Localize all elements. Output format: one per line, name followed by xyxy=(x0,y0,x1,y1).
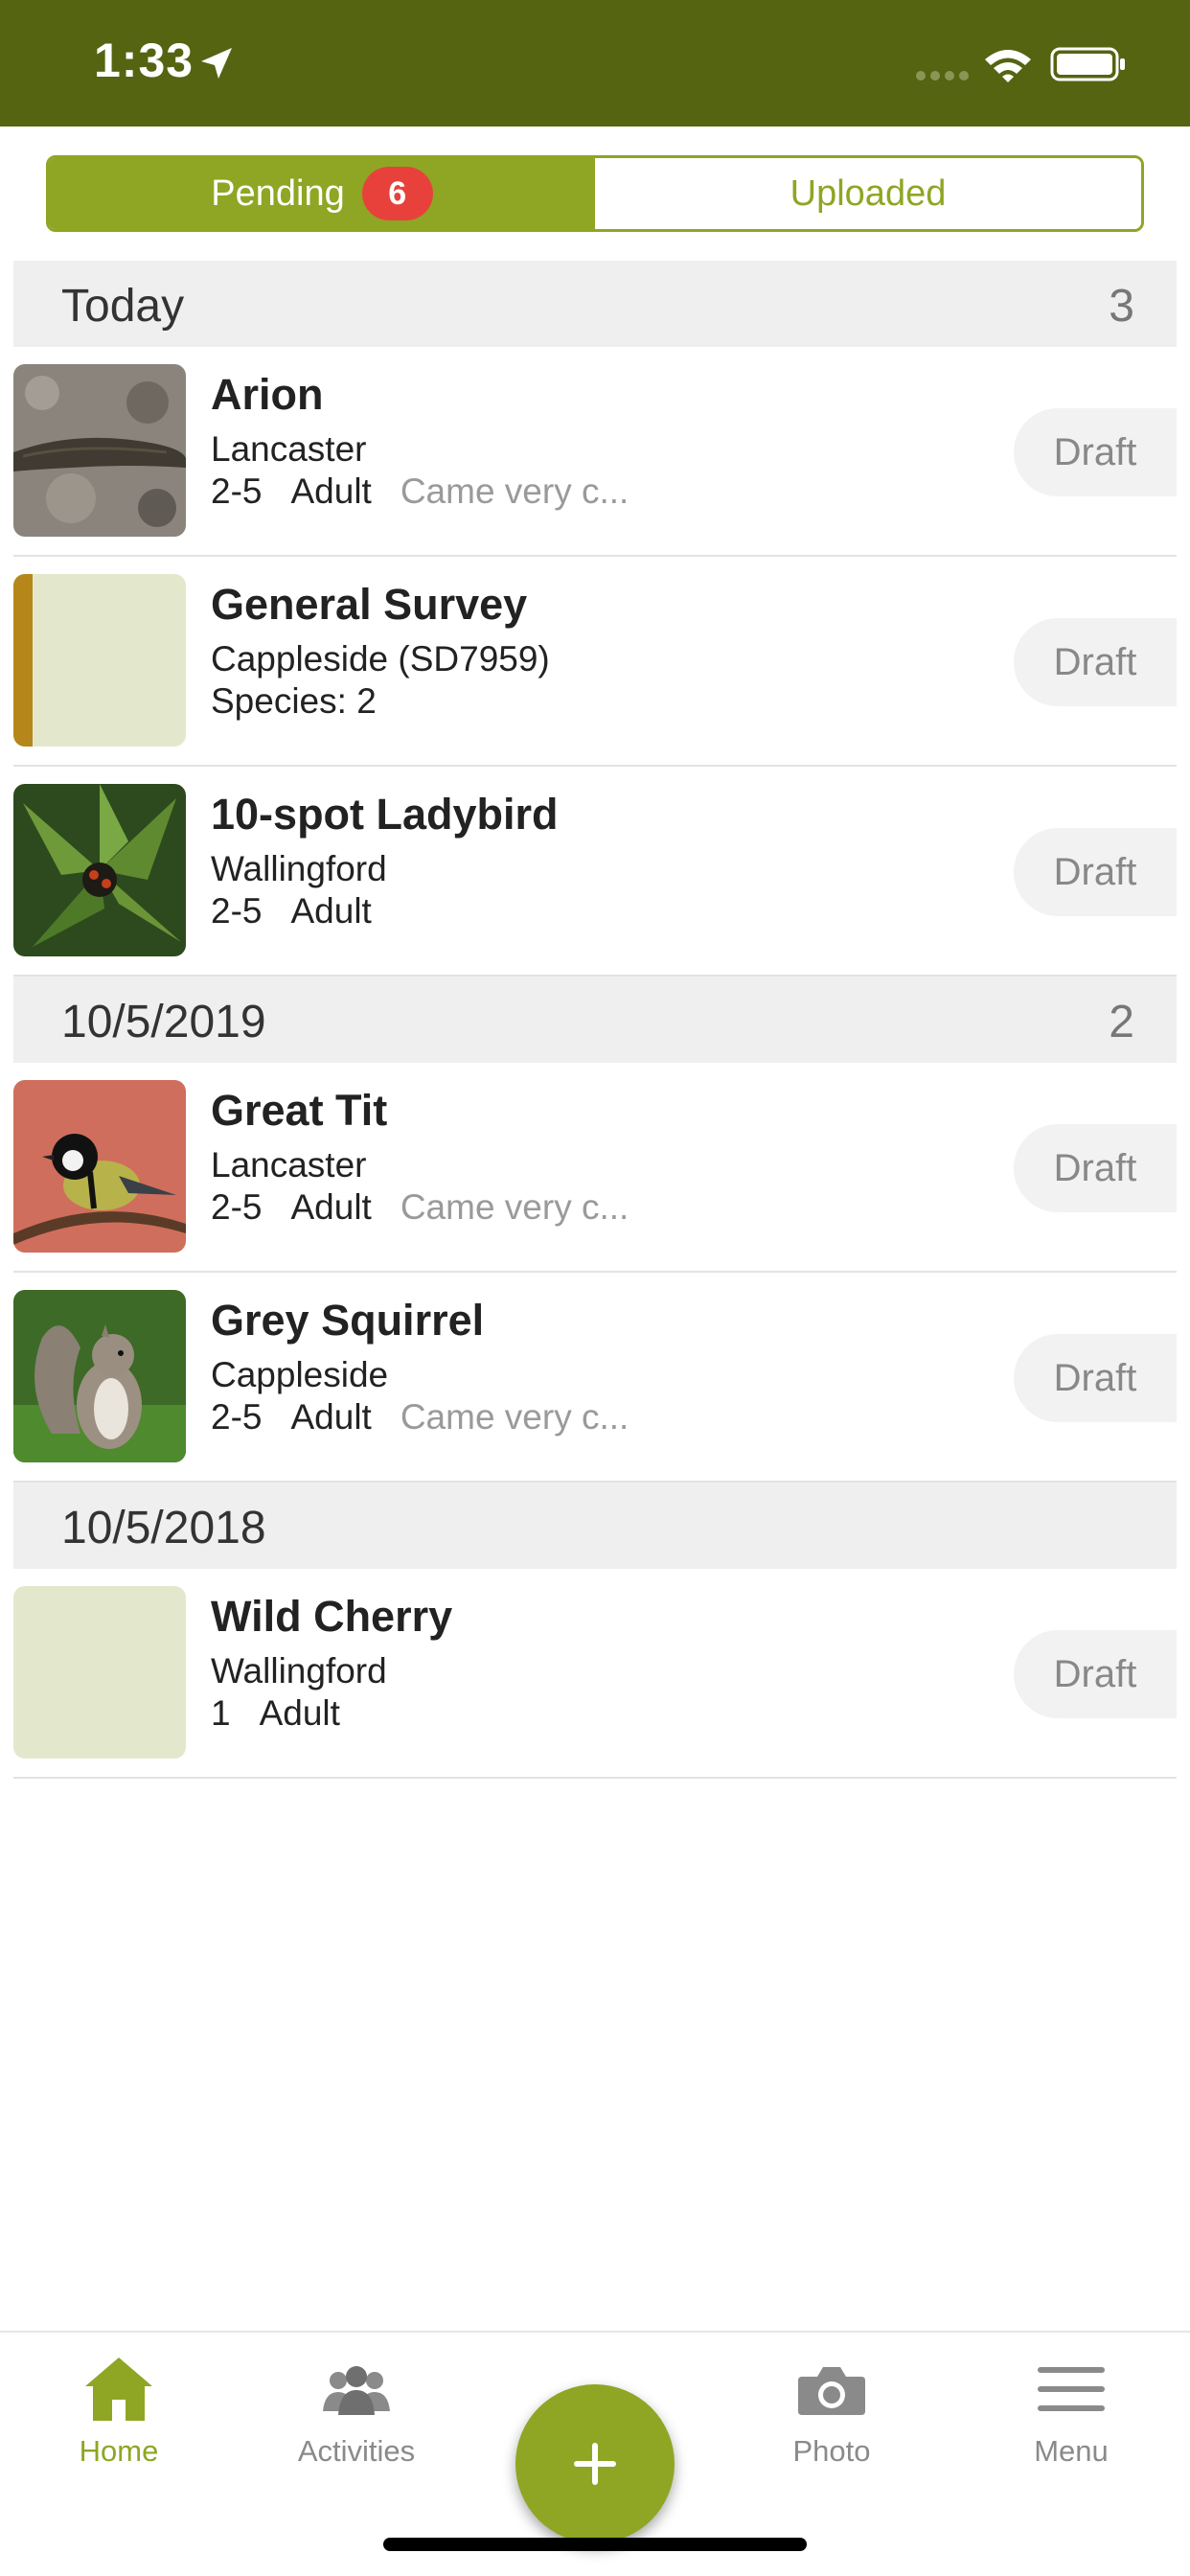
tab-pending[interactable]: Pending 6 xyxy=(49,158,595,229)
camera-icon xyxy=(798,2367,865,2415)
record-location: Lancaster xyxy=(211,1145,367,1184)
status-time: 1:33 xyxy=(94,34,195,87)
cellular-signal-icon xyxy=(916,71,969,80)
draft-status-button[interactable]: Draft xyxy=(1014,618,1177,706)
tab-photo[interactable]: Photo xyxy=(736,2352,927,2469)
record-location: Lancaster xyxy=(211,429,367,469)
draft-status-button[interactable]: Draft xyxy=(1014,1630,1177,1718)
section-header-2018: 10/5/2018 xyxy=(13,1483,1177,1569)
section-title: 10/5/2018 xyxy=(61,1503,266,1553)
tab-menu[interactable]: Menu xyxy=(975,2352,1167,2469)
section-count: 3 xyxy=(1109,281,1134,332)
section-count: 2 xyxy=(1109,997,1134,1047)
record-count: 2-5 xyxy=(211,472,263,511)
record-title: General Survey xyxy=(211,580,528,629)
draft-status-button[interactable]: Draft xyxy=(1014,828,1177,916)
record-comment: Came very c... xyxy=(400,1397,629,1437)
record-count: 2-5 xyxy=(211,1187,263,1227)
record-meta: 2-5 Adult Came very c... xyxy=(211,1187,657,1228)
status-bar: 1:33 xyxy=(0,0,1190,126)
tab-activities-label: Activities xyxy=(297,2434,416,2468)
record-count: 1 xyxy=(211,1693,231,1733)
record-location: Wallingford xyxy=(211,849,387,888)
section-header-2019: 10/5/2019 2 xyxy=(13,977,1177,1063)
add-record-button[interactable] xyxy=(515,2384,675,2543)
plus-icon xyxy=(574,2443,616,2485)
home-indicator xyxy=(383,2538,807,2551)
record-stage: Adult xyxy=(290,1397,372,1437)
record-location: Cappleside xyxy=(211,1355,389,1394)
location-arrow-icon xyxy=(201,48,232,79)
record-placeholder-thumbnail xyxy=(13,1586,186,1759)
record-stage: Adult xyxy=(290,891,372,931)
record-location: Wallingford xyxy=(211,1651,387,1690)
record-thumbnail-great-tit xyxy=(13,1080,186,1253)
record-species-count: Species: 2 xyxy=(211,681,377,721)
record-title: Grey Squirrel xyxy=(211,1296,485,1345)
tab-uploaded-label: Uploaded xyxy=(790,172,947,214)
record-meta: Species: 2 xyxy=(211,681,405,722)
survey-placeholder-thumbnail xyxy=(13,574,186,747)
record-row-general-survey[interactable]: General Survey Cappleside (SD7959) Speci… xyxy=(13,557,1177,767)
tab-uploaded[interactable]: Uploaded xyxy=(595,158,1141,229)
record-location: Cappleside (SD7959) xyxy=(211,639,550,678)
home-icon xyxy=(85,2358,152,2421)
pending-count-badge: 6 xyxy=(361,167,433,220)
record-meta: 2-5 Adult xyxy=(211,891,400,932)
record-count: 2-5 xyxy=(211,891,263,931)
wifi-icon xyxy=(985,50,1031,82)
battery-icon xyxy=(1050,47,1125,81)
record-comment: Came very c... xyxy=(400,1187,629,1227)
section-title: 10/5/2019 xyxy=(61,997,266,1047)
draft-status-button[interactable]: Draft xyxy=(1014,1124,1177,1212)
tab-menu-label: Menu xyxy=(1034,2434,1109,2468)
record-meta: 1 Adult xyxy=(211,1693,369,1734)
record-row-10-spot-ladybird[interactable]: 10-spot Ladybird Wallingford 2-5 Adult Dr… xyxy=(13,767,1177,977)
record-title: 10-spot Ladybird xyxy=(211,790,559,839)
hamburger-menu-icon xyxy=(1038,2367,1105,2411)
record-meta: 2-5 Adult Came very c... xyxy=(211,1397,657,1438)
record-row-wild-cherry[interactable]: Wild Cherry Wallingford 1 Adult Draft xyxy=(13,1569,1177,1779)
record-stage: Adult xyxy=(290,1187,372,1227)
record-count: 2-5 xyxy=(211,1397,263,1437)
tab-pending-label: Pending xyxy=(211,172,345,214)
tab-home-label: Home xyxy=(79,2434,159,2468)
pending-uploaded-segmented-control: Pending 6 Uploaded xyxy=(46,155,1144,232)
record-row-arion[interactable]: Arion Lancaster 2-5 Adult Came very c... D… xyxy=(13,347,1177,557)
section-header-today: Today 3 xyxy=(13,261,1177,347)
record-meta: 2-5 Adult Came very c... xyxy=(211,472,657,512)
survey-color-strip xyxy=(13,574,33,747)
draft-status-button[interactable]: Draft xyxy=(1014,408,1177,496)
record-thumbnail-grey-squirrel xyxy=(13,1290,186,1462)
record-stage: Adult xyxy=(259,1693,340,1733)
tab-home[interactable]: Home xyxy=(23,2352,215,2469)
tab-activities[interactable]: Activities xyxy=(261,2352,452,2469)
record-title: Wild Cherry xyxy=(211,1592,453,1641)
record-comment: Came very c... xyxy=(400,472,629,511)
record-row-great-tit[interactable]: Great Tit Lancaster 2-5 Adult Came very c.… xyxy=(13,1063,1177,1273)
tab-photo-label: Photo xyxy=(792,2434,871,2468)
draft-status-button[interactable]: Draft xyxy=(1014,1334,1177,1422)
section-title: Today xyxy=(61,281,185,332)
record-title: Arion xyxy=(211,370,324,419)
record-row-grey-squirrel[interactable]: Grey Squirrel Cappleside 2-5 Adult Came ve… xyxy=(13,1273,1177,1483)
record-thumbnail-ladybird xyxy=(13,784,186,956)
record-title: Great Tit xyxy=(211,1086,388,1135)
record-thumbnail-arion xyxy=(13,364,186,537)
people-group-icon xyxy=(323,2366,390,2415)
record-stage: Adult xyxy=(290,472,372,511)
